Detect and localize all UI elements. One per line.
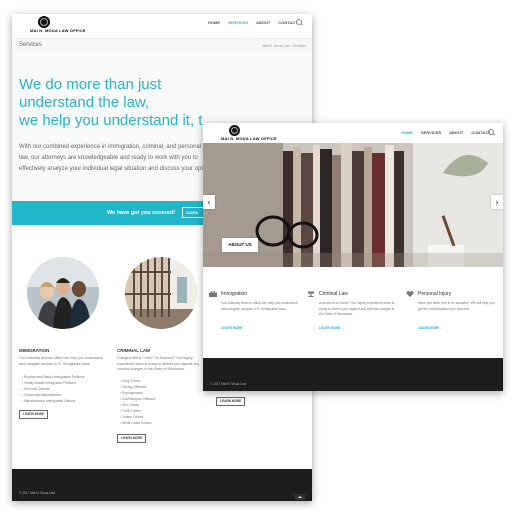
list-item: White Collar Crimes (120, 420, 210, 426)
logo-text[interactable]: MAI N. MOUA LAW OFFICE (221, 136, 277, 141)
service-title: Immigration (221, 291, 248, 297)
nav-services[interactable]: SERVICES (421, 130, 441, 135)
slider-next-button[interactable]: › (491, 195, 503, 209)
hero-headline: We do more than just understand the law,… (19, 76, 309, 130)
site-footer: © 2017 Mai N. Moua Law (203, 358, 503, 391)
gavel-icon (308, 291, 314, 297)
personal-injury-learn-more-button[interactable]: LEARN MORE (216, 397, 246, 406)
immigration-learn-more-link[interactable]: LEARN MORE → (221, 326, 247, 330)
about-us-button[interactable]: ABOUT US (222, 238, 258, 252)
nav-about[interactable]: ABOUT (256, 20, 270, 25)
headline-line-2: understand the law, (19, 94, 150, 111)
cta-text: We have got you covered! (107, 210, 176, 216)
nav-services[interactable]: SERVICES (228, 20, 248, 25)
nav-contact[interactable]: CONTACT (278, 20, 297, 25)
briefcase-icon (209, 291, 217, 297)
breadcrumb-bar: Services Mai N. Moua Law / Services (12, 38, 312, 54)
service-title: Personal Injury (418, 291, 452, 297)
scroll-to-top-button[interactable] (295, 494, 305, 500)
service-title: Criminal Law (319, 291, 348, 297)
criminal-law-learn-more-link[interactable]: LEARN MORE → (319, 326, 345, 330)
criminal-heading: CRIMINAL LAW (117, 348, 151, 353)
jail-cell-photo (125, 257, 197, 329)
service-description: Have you been hurt in an accident? We wi… (418, 301, 495, 311)
service-description: Accused of a Crime? Our highly experienc… (319, 301, 395, 316)
copyright-text: © 2017 Mai N. Moua Law (19, 491, 56, 495)
service-card-criminal-law: Criminal Law Accused of a Crime? Our hig… (307, 291, 402, 336)
search-icon[interactable] (296, 19, 302, 25)
intro-paragraph: With our combined experience in immigrat… (19, 144, 218, 172)
site-footer: © 2017 Mai N. Moua Law (12, 469, 312, 501)
logo-text[interactable]: MAI N. MOUA LAW OFFICE (30, 28, 86, 33)
service-card-immigration: Immigration Our culturally diverse offic… (209, 291, 304, 336)
nav-home[interactable]: HOME (401, 130, 413, 135)
service-description: Our culturally diverse office can help y… (221, 301, 298, 311)
logo-emblem-icon[interactable] (38, 16, 50, 28)
main-nav: HOME SERVICES ABOUT CONTACT (208, 20, 298, 25)
service-card-personal-injury: Personal Injury Have you been hurt in an… (406, 291, 501, 336)
nav-home[interactable]: HOME (208, 20, 220, 25)
copyright-text: © 2017 Mai N. Moua Law (210, 382, 247, 386)
immigration-list: Employment-Based Immigration Petitions F… (22, 374, 117, 404)
immigration-description: Our culturally diverse office can help y… (19, 356, 103, 366)
criminal-description: Charged with a Crime? Or Accused? Our hi… (117, 356, 200, 371)
list-item: Miscellaneous Immigration Options (22, 398, 117, 404)
headline-line-1: We do more than just (19, 76, 162, 93)
nav-about[interactable]: ABOUT (449, 130, 463, 135)
search-icon[interactable] (488, 129, 494, 135)
criminal-learn-more-button[interactable]: LEARN MORE (117, 434, 147, 443)
immigration-learn-more-button[interactable]: LEARN MORE (19, 410, 49, 419)
page-title: Services (19, 42, 43, 48)
main-nav: HOME SERVICES ABOUT CONTACT (401, 130, 491, 135)
team-photo (27, 257, 99, 329)
home-page-window: MAI N. MOUA LAW OFFICE HOME SERVICES ABO… (203, 123, 503, 391)
slider-prev-button[interactable]: ‹ (203, 195, 215, 209)
personal-injury-learn-more-link[interactable]: LEARN MORE → (418, 326, 444, 330)
breadcrumb[interactable]: Mai N. Moua Law / Services (262, 44, 306, 48)
logo-emblem-icon[interactable] (229, 125, 240, 136)
heart-icon (406, 291, 414, 297)
immigration-heading: IMMIGRATION (19, 348, 50, 353)
criminal-list: Drug Crimes Driving Offenses Expungement… (120, 378, 210, 426)
